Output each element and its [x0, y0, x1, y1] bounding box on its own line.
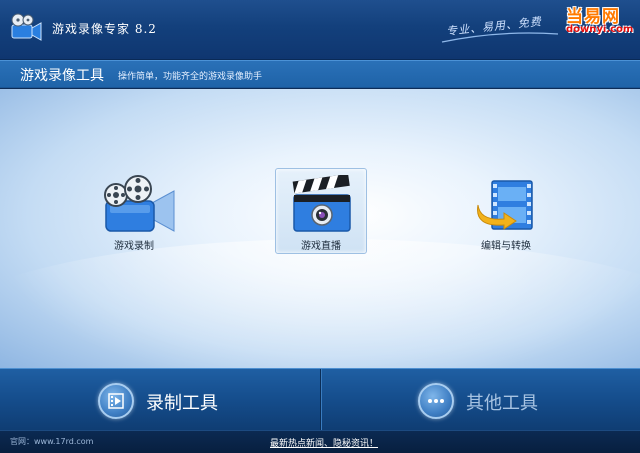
section-description: 操作简单，功能齐全的游戏录像助手 [118, 72, 263, 82]
tool-game-live[interactable]: 游戏直播 [275, 168, 367, 254]
official-site: 官网：www.17rd.com [10, 437, 94, 446]
other-tools-tab[interactable]: 其他工具 [418, 381, 578, 421]
app-title: 游戏录像专家 8.2 [52, 22, 157, 36]
film-strip-icon [98, 383, 134, 419]
tool-label: 游戏直播 [301, 241, 341, 252]
more-dots-icon [418, 383, 454, 419]
record-tools-tab[interactable]: 录制工具 [98, 381, 258, 421]
film-convert-icon [477, 180, 533, 230]
section-header: 游戏录像工具 操作简单，功能齐全的游戏录像助手 [0, 60, 640, 88]
background-sheen [0, 239, 640, 368]
tool-panel: 游戏录制 游戏直播 编辑与转换 [0, 89, 640, 368]
tool-label: 编辑与转换 [481, 241, 531, 252]
clapperboard-camera-icon [292, 175, 351, 232]
app-logo-icon [10, 12, 44, 42]
footer: 官网：www.17rd.com 最新热点新闻、隐秘资讯！ [0, 430, 640, 453]
tool-edit-convert[interactable]: 编辑与转换 [460, 169, 552, 255]
watermark-url: downyi.com [566, 24, 634, 35]
record-tools-label: 录制工具 [146, 393, 218, 414]
title-bar: 游戏录像专家 8.2 专业、易用、免费 当易网 downyi.com [0, 0, 640, 60]
bottom-tab-bar: 录制工具 其他工具 [0, 368, 640, 431]
tab-divider [320, 369, 321, 431]
other-tools-label: 其他工具 [466, 393, 538, 414]
film-camera-icon [104, 175, 175, 232]
tool-label: 游戏录制 [114, 241, 154, 252]
tool-game-record[interactable]: 游戏录制 [88, 169, 180, 255]
news-link[interactable]: 最新热点新闻、隐秘资讯！ [270, 436, 378, 449]
section-title: 游戏录像工具 [20, 68, 104, 84]
